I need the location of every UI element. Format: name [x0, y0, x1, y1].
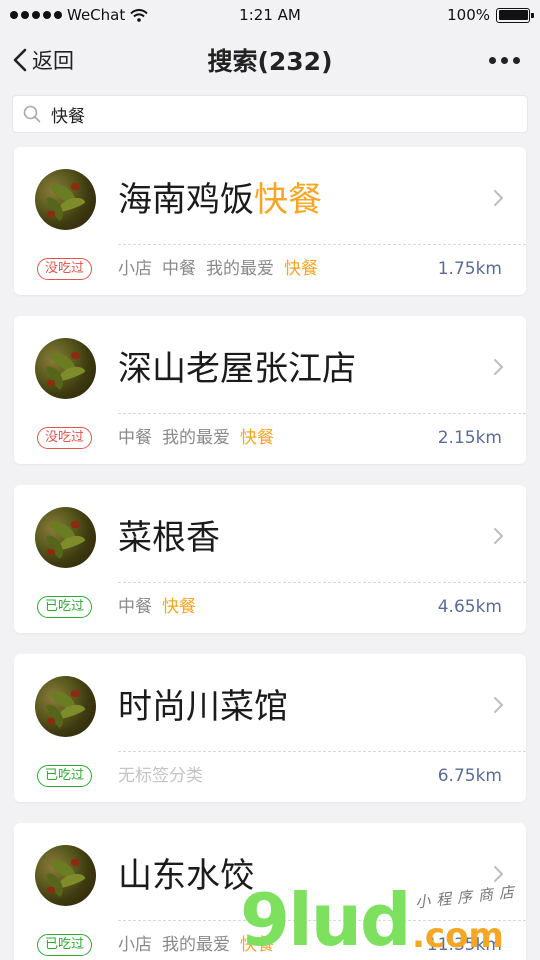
- chevron-right-icon: [494, 866, 503, 882]
- tag-label: 无标签分类: [118, 766, 203, 786]
- divider: [118, 751, 526, 752]
- restaurant-name-text: 海南鸡饭: [118, 180, 254, 220]
- restaurant-name-text: 山东水饺: [118, 856, 254, 896]
- tag-label: 中餐: [118, 428, 152, 448]
- tag-label: 我的最爱: [206, 259, 274, 279]
- tag-label: 小店: [118, 935, 152, 955]
- distance-label: 6.75km: [437, 766, 502, 786]
- status-badge: 没吃过: [37, 258, 93, 280]
- status-badge: 没吃过: [37, 427, 93, 449]
- status-right: 100%: [350, 6, 534, 24]
- chevron-left-icon: [13, 48, 27, 72]
- status-badge: 已吃过: [37, 934, 93, 956]
- restaurant-avatar: [35, 845, 96, 906]
- distance-label: 4.65km: [437, 597, 502, 617]
- tag-label: 快餐: [284, 259, 318, 279]
- chevron-right-icon: [494, 359, 503, 375]
- carrier-label: WeChat: [67, 6, 126, 24]
- divider: [118, 920, 526, 921]
- restaurant-name: 菜根香: [118, 515, 220, 561]
- restaurant-avatar: [35, 338, 96, 399]
- restaurant-avatar: [35, 507, 96, 568]
- restaurant-card[interactable]: 时尚川菜馆 已吃过 无标签分类 6.75km: [14, 654, 526, 802]
- chevron-right-icon: [494, 697, 503, 713]
- wifi-icon: [130, 8, 148, 22]
- tag-label: 中餐: [118, 597, 152, 617]
- signal-icon: [10, 11, 62, 19]
- status-badge: 已吃过: [37, 596, 93, 618]
- tag-label: 快餐: [240, 935, 274, 955]
- navigation-bar: 返回 搜索(232): [0, 30, 540, 90]
- restaurant-name: 深山老屋张江店: [118, 346, 356, 392]
- restaurant-card[interactable]: 山东水饺 已吃过 小店 我的最爱 快餐 11.35km: [14, 823, 526, 960]
- restaurant-name: 海南鸡饭快餐: [118, 177, 322, 223]
- divider: [118, 244, 526, 245]
- status-time: 1:21 AM: [239, 6, 301, 24]
- restaurant-name-text: 深山老屋张江店: [118, 349, 356, 389]
- more-dot-icon: [500, 56, 508, 64]
- status-left: WeChat: [10, 6, 190, 24]
- back-button[interactable]: 返回: [12, 45, 142, 75]
- restaurant-name-text: 时尚川菜馆: [118, 687, 288, 727]
- restaurant-name-highlight: 快餐: [254, 180, 322, 220]
- tag-label: 中餐: [162, 259, 196, 279]
- more-dot-icon: [512, 56, 520, 64]
- chevron-right-icon: [494, 528, 503, 544]
- restaurant-card[interactable]: 深山老屋张江店 没吃过 中餐 我的最爱 快餐 2.15km: [14, 316, 526, 464]
- divider: [118, 413, 526, 414]
- distance-label: 1.75km: [437, 259, 502, 279]
- result-list: 海南鸡饭快餐 没吃过 小店 中餐 我的最爱 快餐 1.75km 深山老屋张江店 没吃过…: [0, 147, 540, 960]
- divider: [118, 582, 526, 583]
- tag-label: 小店: [118, 259, 152, 279]
- tag-list: 小店 我的最爱 快餐: [118, 934, 284, 956]
- search-input[interactable]: [51, 104, 517, 124]
- restaurant-avatar: [35, 169, 96, 230]
- restaurant-name: 时尚川菜馆: [118, 684, 288, 730]
- search-bar[interactable]: [12, 95, 528, 133]
- more-button[interactable]: [398, 56, 528, 64]
- tag-list: 中餐 我的最爱 快餐: [118, 427, 284, 449]
- tag-label: 快餐: [162, 597, 196, 617]
- tag-label: 我的最爱: [162, 935, 230, 955]
- tag-label: 我的最爱: [162, 428, 230, 448]
- tag-list: 无标签分类: [118, 765, 213, 787]
- status-bar: WeChat 1:21 AM 100%: [0, 0, 540, 30]
- restaurant-card[interactable]: 海南鸡饭快餐 没吃过 小店 中餐 我的最爱 快餐 1.75km: [14, 147, 526, 295]
- tag-label: 快餐: [240, 428, 274, 448]
- restaurant-name-text: 菜根香: [118, 518, 220, 558]
- distance-label: 2.15km: [437, 428, 502, 448]
- restaurant-name: 山东水饺: [118, 853, 254, 899]
- battery-percent: 100%: [447, 6, 490, 24]
- status-badge: 已吃过: [37, 765, 93, 787]
- search-icon: [23, 105, 41, 123]
- restaurant-card[interactable]: 菜根香 已吃过 中餐 快餐 4.65km: [14, 485, 526, 633]
- chevron-right-icon: [494, 190, 503, 206]
- page-title: 搜索(232): [207, 47, 333, 76]
- more-dot-icon: [488, 56, 496, 64]
- back-label: 返回: [32, 49, 74, 73]
- tag-list: 小店 中餐 我的最爱 快餐: [118, 258, 328, 280]
- tag-list: 中餐 快餐: [118, 596, 206, 618]
- battery-icon: [496, 7, 534, 23]
- restaurant-avatar: [35, 676, 96, 737]
- distance-label: 11.35km: [426, 935, 502, 955]
